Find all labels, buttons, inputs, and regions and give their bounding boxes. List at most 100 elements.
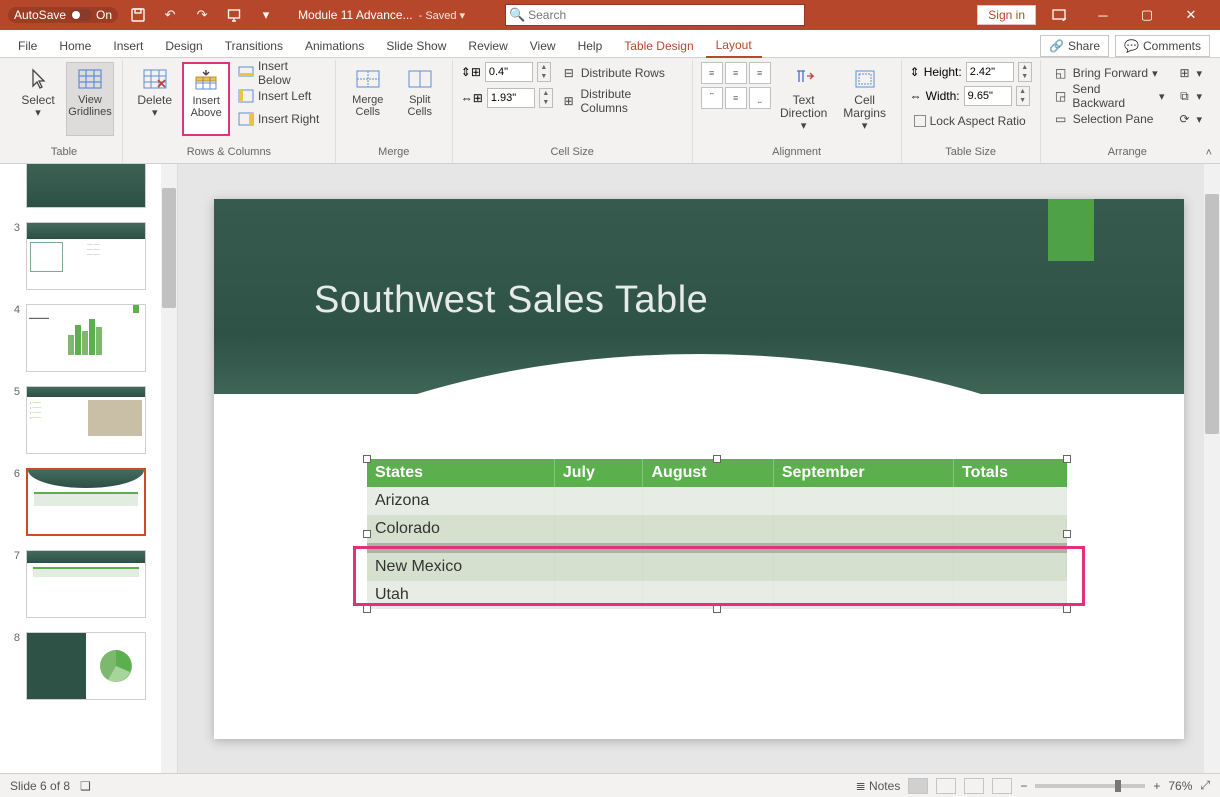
- tab-view[interactable]: View: [520, 34, 566, 57]
- align-objects-button[interactable]: ⊞▾: [1172, 62, 1206, 84]
- thumb-scrollbar[interactable]: [161, 164, 177, 773]
- tab-help[interactable]: Help: [568, 34, 613, 57]
- minimize-button[interactable]: ─: [1082, 0, 1124, 30]
- table-header-cell[interactable]: September: [773, 459, 953, 487]
- table-width-field[interactable]: ⇔Width:▲▼: [910, 86, 1032, 106]
- slide-thumb-3[interactable]: ── ──── ──── ──: [26, 222, 146, 290]
- align-right-button[interactable]: ≡: [749, 62, 771, 84]
- rotate-objects-button[interactable]: ⟳▾: [1172, 108, 1206, 130]
- table-cell[interactable]: [554, 515, 643, 543]
- autosave-toggle[interactable]: AutoSave On: [8, 7, 118, 23]
- accessibility-icon[interactable]: ❑: [80, 779, 91, 793]
- table-cell[interactable]: [554, 553, 643, 581]
- table-row[interactable]: Arizona: [367, 487, 1067, 515]
- text-direction-button[interactable]: Text Direction ▾: [775, 62, 833, 136]
- lock-aspect-ratio-checkbox[interactable]: Lock Aspect Ratio: [910, 110, 1032, 132]
- tab-review[interactable]: Review: [458, 34, 517, 57]
- table-cell[interactable]: Colorado: [367, 515, 554, 543]
- table-cell[interactable]: [643, 581, 773, 609]
- tab-transitions[interactable]: Transitions: [215, 34, 293, 57]
- table-cell[interactable]: [643, 553, 773, 581]
- search-box[interactable]: 🔍: [505, 4, 805, 26]
- table-header-cell[interactable]: July: [554, 459, 643, 487]
- undo-button[interactable]: ↶: [158, 3, 182, 27]
- zoom-pct[interactable]: 76%: [1168, 779, 1192, 793]
- table-cell[interactable]: [643, 487, 773, 515]
- table-cell[interactable]: [554, 543, 643, 553]
- table-cell[interactable]: [773, 487, 953, 515]
- table-cell[interactable]: [773, 581, 953, 609]
- merge-cells-button[interactable]: Merge Cells: [344, 62, 392, 136]
- distribute-rows-button[interactable]: ⊟Distribute Rows: [557, 62, 684, 84]
- ribbon-display-options-button[interactable]: [1038, 0, 1080, 30]
- table-cell[interactable]: [954, 515, 1067, 543]
- col-width-spinner[interactable]: ▲▼: [539, 88, 553, 108]
- reading-view-button[interactable]: [964, 778, 984, 794]
- table-cell[interactable]: [643, 543, 773, 553]
- redo-button[interactable]: ↷: [190, 3, 214, 27]
- table-cell[interactable]: [773, 553, 953, 581]
- table-cell[interactable]: Utah: [367, 581, 554, 609]
- valign-bot-button[interactable]: ⎵: [749, 87, 771, 109]
- table-header-cell[interactable]: States: [367, 459, 554, 487]
- selection-pane-button[interactable]: ▭Selection Pane: [1049, 108, 1169, 130]
- tab-insert[interactable]: Insert: [103, 34, 153, 57]
- select-button[interactable]: Select▾: [14, 62, 62, 136]
- send-backward-button[interactable]: ◲Send Backward ▾: [1049, 85, 1169, 107]
- canvas-scrollbar[interactable]: [1204, 164, 1220, 773]
- insert-below-button[interactable]: Insert Below: [234, 62, 327, 84]
- tab-table-design[interactable]: Table Design: [614, 34, 703, 57]
- slide-thumb[interactable]: [26, 164, 146, 208]
- share-button[interactable]: 🔗 Share: [1040, 35, 1109, 57]
- table-cell[interactable]: [554, 581, 643, 609]
- slide-canvas[interactable]: Southwest Sales Table StatesJulyAugustSe…: [178, 164, 1220, 773]
- delete-button[interactable]: Delete▾: [131, 62, 178, 136]
- valign-top-button[interactable]: ⎴: [701, 87, 723, 109]
- tab-file[interactable]: File: [8, 34, 47, 57]
- insert-left-button[interactable]: Insert Left: [234, 85, 327, 107]
- split-cells-button[interactable]: Split Cells: [396, 62, 444, 136]
- slide-title[interactable]: Southwest Sales Table: [314, 279, 708, 322]
- signin-button[interactable]: Sign in: [977, 5, 1036, 25]
- tab-home[interactable]: Home: [49, 34, 101, 57]
- view-gridlines-button[interactable]: View Gridlines: [66, 62, 114, 136]
- slide-thumb-6[interactable]: [26, 468, 146, 536]
- maximize-button[interactable]: ▢: [1126, 0, 1168, 30]
- table-cell[interactable]: [773, 543, 953, 553]
- align-left-button[interactable]: ≡: [701, 62, 723, 84]
- zoom-out-button[interactable]: −: [1020, 779, 1027, 793]
- table-row[interactable]: New Mexico: [367, 553, 1067, 581]
- tab-layout[interactable]: Layout: [706, 33, 762, 58]
- table-cell[interactable]: [954, 487, 1067, 515]
- fit-to-window-button[interactable]: ⤢: [1200, 778, 1210, 793]
- slide-thumb-5[interactable]: • ───• ───• ───• ───: [26, 386, 146, 454]
- cell-margins-button[interactable]: Cell Margins ▾: [837, 62, 893, 136]
- search-input[interactable]: [528, 8, 804, 22]
- normal-view-button[interactable]: [908, 778, 928, 794]
- table-header-cell[interactable]: August: [643, 459, 773, 487]
- zoom-in-button[interactable]: +: [1153, 779, 1160, 793]
- tab-animations[interactable]: Animations: [295, 34, 374, 57]
- row-height-spinner[interactable]: ▲▼: [537, 62, 551, 82]
- row-height-field[interactable]: ⇕⊞▲▼: [461, 62, 553, 82]
- group-objects-button[interactable]: ⧉▾: [1172, 85, 1206, 107]
- table-height-field[interactable]: ⇕Height:▲▼: [910, 62, 1032, 82]
- slide-sorter-view-button[interactable]: [936, 778, 956, 794]
- tab-design[interactable]: Design: [155, 34, 212, 57]
- h-spinner[interactable]: ▲▼: [1018, 62, 1032, 82]
- insert-right-button[interactable]: Insert Right: [234, 108, 327, 130]
- slide-thumb-7[interactable]: [26, 550, 146, 618]
- w-spinner[interactable]: ▲▼: [1016, 86, 1030, 106]
- slide-thumb-4[interactable]: ▬▬▬▬▬: [26, 304, 146, 372]
- slide-table[interactable]: StatesJulyAugustSeptemberTotals ArizonaC…: [367, 459, 1067, 609]
- table-cell[interactable]: [954, 581, 1067, 609]
- table-cell[interactable]: [643, 515, 773, 543]
- insert-above-button[interactable]: Insert Above: [182, 62, 229, 136]
- table-cell[interactable]: [954, 553, 1067, 581]
- table-cell[interactable]: Arizona: [367, 487, 554, 515]
- tab-slideshow[interactable]: Slide Show: [376, 34, 456, 57]
- valign-mid-button[interactable]: ≡: [725, 87, 747, 109]
- present-from-start-button[interactable]: [222, 3, 246, 27]
- table-row[interactable]: Colorado: [367, 515, 1067, 543]
- col-width-field[interactable]: ⇔⊞▲▼: [461, 88, 553, 108]
